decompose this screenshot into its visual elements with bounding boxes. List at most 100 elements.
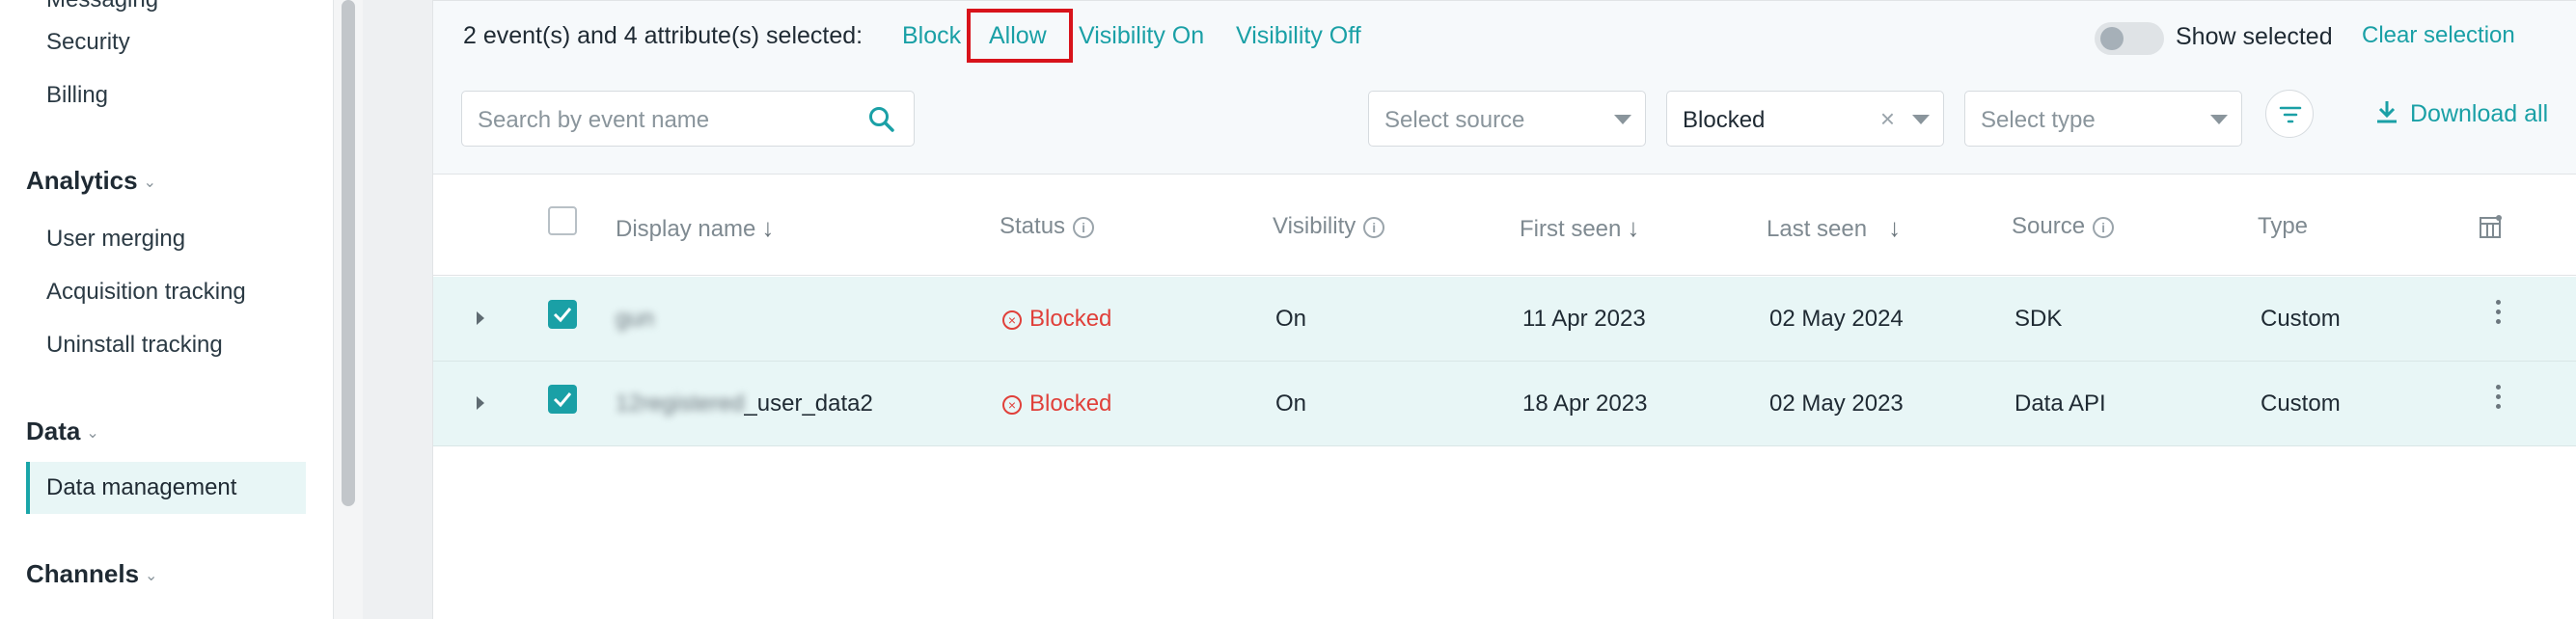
sort-down-icon[interactable]: ↓ bbox=[1888, 213, 1901, 242]
show-selected-label: Show selected bbox=[2176, 23, 2333, 50]
download-all-label: Download all bbox=[2410, 100, 2549, 127]
status-select[interactable]: Blocked × bbox=[1666, 91, 1944, 147]
selection-summary: 2 event(s) and 4 attribute(s) selected: bbox=[463, 22, 863, 49]
more-options-icon[interactable] bbox=[2496, 385, 2502, 414]
sort-down-icon[interactable]: ↓ bbox=[761, 213, 774, 242]
sidebar-section-label: Channels bbox=[26, 559, 140, 588]
sidebar-item-acquisition-tracking[interactable]: Acquisition tracking bbox=[46, 279, 246, 306]
filter-icon bbox=[2279, 106, 2302, 123]
row-display-name: gun bbox=[616, 306, 654, 333]
toolbar: 2 event(s) and 4 attribute(s) selected: … bbox=[433, 1, 2576, 175]
blurred-name: gun bbox=[616, 306, 655, 332]
show-selected-toggle[interactable] bbox=[2095, 22, 2164, 55]
clear-icon[interactable]: × bbox=[1880, 104, 1895, 134]
row-checkbox[interactable] bbox=[548, 385, 577, 414]
check-icon bbox=[553, 392, 572, 408]
visible-name: _user_data2 bbox=[744, 390, 873, 417]
blocked-icon: × bbox=[1002, 310, 1022, 330]
sidebar-item-security[interactable]: Security bbox=[46, 29, 130, 56]
highlight-box bbox=[967, 9, 1073, 63]
caret-down-icon bbox=[2210, 115, 2228, 124]
visibility-on-action[interactable]: Visibility On bbox=[1079, 22, 1204, 50]
table-row[interactable]: 12registered_user_data2 × Blocked On 18 A… bbox=[433, 362, 2576, 446]
caret-down-icon bbox=[1912, 115, 1930, 124]
column-source: Source i bbox=[2012, 213, 2115, 240]
search-icon bbox=[869, 107, 894, 132]
status-badge: × Blocked bbox=[1002, 306, 1111, 333]
info-icon[interactable]: i bbox=[2093, 217, 2115, 238]
type-select[interactable]: Select type bbox=[1964, 91, 2242, 147]
sidebar: Messaging Security Billing Analytics ⌄ Us… bbox=[0, 0, 334, 619]
column-status: Status i bbox=[1000, 213, 1095, 240]
column-label: Status bbox=[1000, 213, 1066, 239]
column-display-name[interactable]: Display name ↓ bbox=[616, 213, 774, 243]
row-last-seen: 02 May 2023 bbox=[1769, 390, 1904, 417]
row-type: Custom bbox=[2261, 390, 2341, 417]
column-label: Display name bbox=[616, 216, 756, 242]
sort-down-icon[interactable]: ↓ bbox=[1627, 213, 1639, 242]
download-all-button[interactable]: Download all bbox=[2375, 99, 2548, 128]
source-select-placeholder: Select source bbox=[1384, 107, 1525, 133]
sidebar-item-user-merging[interactable]: User merging bbox=[46, 226, 185, 253]
visibility-off-action[interactable]: Visibility Off bbox=[1236, 22, 1361, 50]
download-icon bbox=[2377, 101, 2397, 123]
row-display-name: 12registered_user_data2 bbox=[616, 390, 873, 417]
column-label: First seen bbox=[1520, 216, 1622, 242]
expand-row-icon[interactable] bbox=[477, 396, 484, 410]
column-label: Visibility bbox=[1273, 213, 1357, 239]
status-label: Blocked bbox=[1029, 306, 1112, 332]
check-icon bbox=[553, 308, 572, 323]
search-placeholder: Search by event name bbox=[478, 107, 710, 133]
page-gutter bbox=[363, 0, 432, 619]
sidebar-item-data-management[interactable]: Data management bbox=[26, 462, 306, 514]
sidebar-section-label: Analytics bbox=[26, 166, 138, 195]
sidebar-section-label: Data bbox=[26, 417, 81, 445]
row-first-seen: 18 Apr 2023 bbox=[1522, 390, 1648, 417]
toggle-knob bbox=[2100, 27, 2124, 50]
chevron-down-icon: ⌄ bbox=[145, 568, 158, 585]
column-visibility: Visibility i bbox=[1273, 213, 1385, 240]
search-input[interactable]: Search by event name bbox=[461, 91, 915, 147]
status-select-value: Blocked bbox=[1683, 107, 1766, 133]
expand-row-icon[interactable] bbox=[477, 311, 484, 325]
info-icon[interactable]: i bbox=[1363, 217, 1385, 238]
column-label: Last seen bbox=[1767, 216, 1868, 242]
row-type: Custom bbox=[2261, 306, 2341, 332]
blocked-icon: × bbox=[1002, 395, 1022, 415]
column-type: Type bbox=[2258, 213, 2308, 240]
row-visibility: On bbox=[1275, 306, 1307, 332]
sidebar-section-analytics[interactable]: Analytics ⌄ bbox=[26, 166, 156, 196]
info-icon[interactable]: i bbox=[1073, 217, 1095, 238]
column-first-seen[interactable]: First seen ↓ bbox=[1520, 213, 1639, 243]
column-label: Type bbox=[2258, 213, 2309, 239]
block-action[interactable]: Block bbox=[902, 22, 961, 50]
blurred-name: 12registered bbox=[616, 390, 745, 417]
source-select[interactable]: Select source bbox=[1368, 91, 1646, 147]
sidebar-scrollbar-thumb[interactable] bbox=[342, 0, 355, 506]
select-all-checkbox[interactable] bbox=[548, 206, 577, 235]
table-row[interactable]: gun × Blocked On 11 Apr 2023 02 May 2024 … bbox=[433, 277, 2576, 362]
type-select-placeholder: Select type bbox=[1981, 107, 2096, 133]
column-label: Source bbox=[2012, 213, 2086, 239]
row-checkbox[interactable] bbox=[548, 300, 577, 329]
chevron-down-icon: ⌄ bbox=[143, 175, 157, 192]
row-visibility: On bbox=[1275, 390, 1307, 417]
filter-button[interactable] bbox=[2265, 90, 2314, 138]
chevron-down-icon: ⌄ bbox=[86, 425, 99, 443]
table-header: Display name ↓ Status i Visibility i First … bbox=[433, 175, 2576, 276]
column-last-seen[interactable]: Last seen ↓ bbox=[1767, 213, 1901, 243]
sidebar-item-uninstall-tracking[interactable]: Uninstall tracking bbox=[46, 332, 223, 359]
caret-down-icon bbox=[1614, 115, 1631, 124]
more-options-icon[interactable] bbox=[2496, 300, 2502, 329]
clear-selection-link[interactable]: Clear selection bbox=[2362, 22, 2515, 49]
row-last-seen: 02 May 2024 bbox=[1769, 306, 1904, 332]
row-source: Data API bbox=[2014, 390, 2106, 417]
sidebar-item-billing[interactable]: Billing bbox=[46, 82, 108, 109]
sidebar-item-messaging[interactable]: Messaging bbox=[46, 0, 158, 13]
column-settings-icon[interactable] bbox=[2479, 214, 2504, 239]
row-source: SDK bbox=[2014, 306, 2063, 332]
sidebar-section-channels[interactable]: Channels ⌄ bbox=[26, 559, 157, 589]
sidebar-section-data[interactable]: Data ⌄ bbox=[26, 417, 99, 446]
data-management-panel: 2 event(s) and 4 attribute(s) selected: … bbox=[432, 0, 2576, 619]
sidebar-item-label: Data management bbox=[46, 474, 237, 500]
